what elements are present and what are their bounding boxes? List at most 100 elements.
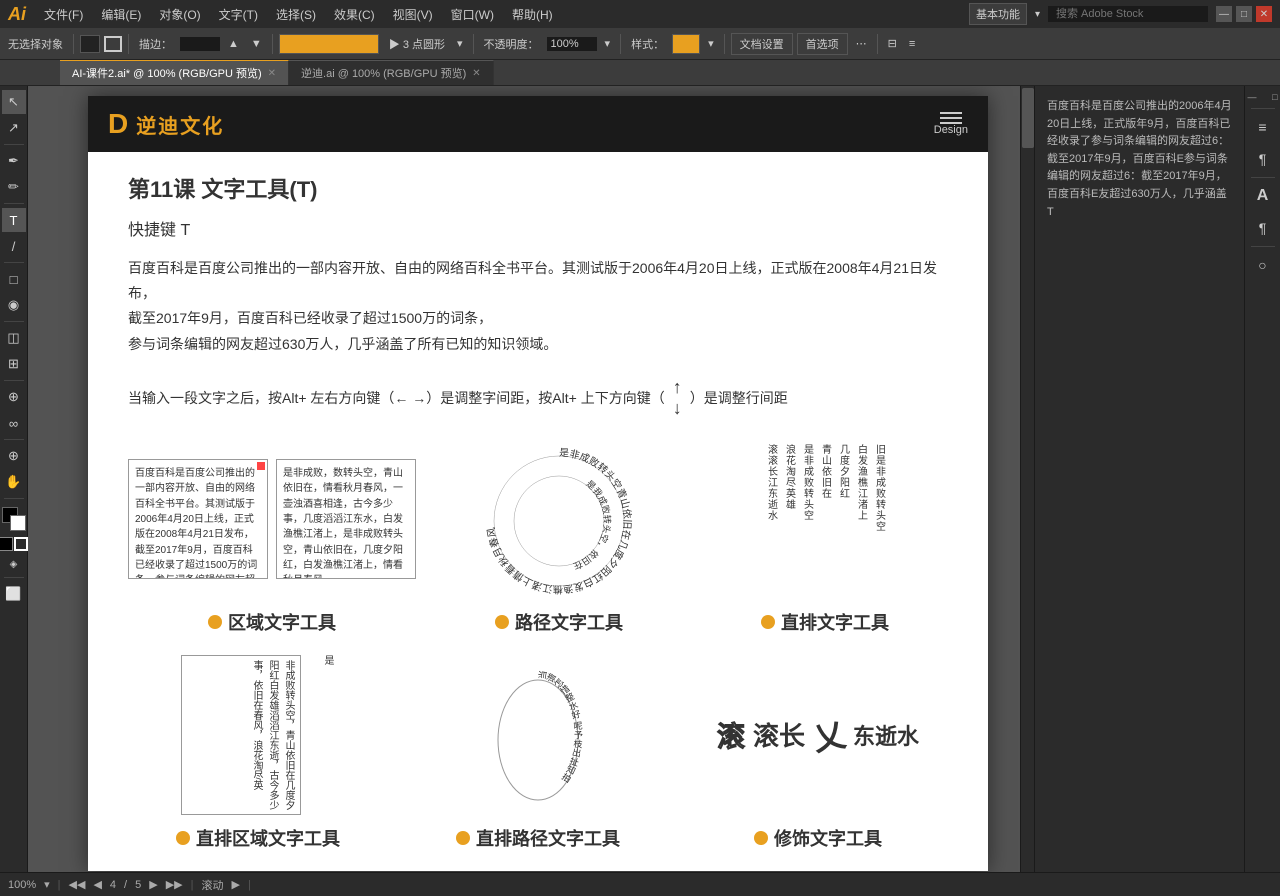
vertical-text-content: 滚滚长江东逝水 浪花淘尽英雄 是非成败转头空 青山依旧在 几度夕阳红 白发渔樵江… — [764, 444, 887, 594]
color-mode-button[interactable]: □ — [0, 555, 2, 573]
style-swatch[interactable] — [672, 34, 700, 54]
hand-tool-button[interactable]: ✋ — [2, 470, 26, 494]
close-button[interactable]: ✕ — [1256, 6, 1272, 22]
shortcut-label: 快捷键 T — [128, 216, 948, 240]
style-swatch-chevron[interactable]: ▾ — [704, 35, 718, 52]
brand-logo: D 逆迪文化 — [108, 108, 224, 140]
zoom-tool-button[interactable]: ⊕ — [2, 444, 26, 468]
toolbar-sep-5 — [620, 34, 621, 54]
menu-window[interactable]: 窗口(W) — [443, 4, 502, 25]
toolbar: 无选择对象 描边： ▲ ▼ ▶ 3 点圆形 ▾ 不透明度： ▾ 样式： ▾ 文档… — [0, 28, 1280, 60]
deco-text-label-text: 修饰文字工具 — [774, 825, 882, 851]
extra-btn[interactable]: ⋯ — [852, 35, 871, 52]
text-align-button[interactable]: ≡ — [1249, 113, 1277, 141]
circle-panel-button[interactable]: ○ — [1249, 251, 1277, 279]
color-swatches[interactable] — [2, 507, 26, 531]
char-panel-button[interactable]: ¶ — [1249, 214, 1277, 242]
gradient-tool-button[interactable]: ◫ — [2, 326, 26, 350]
vertical-scrollbar[interactable] — [1020, 86, 1034, 872]
status-sep-2: | — [191, 879, 194, 891]
fill-color[interactable] — [0, 537, 13, 551]
select-tool-button[interactable]: ↖ — [2, 90, 26, 114]
circular-path: 是非成败转头空青山依旧在几度夕阳红白发渔樵江渚上情看秋月春风 是我成败转头空，依… — [479, 441, 639, 596]
paint-tool-button[interactable]: ◉ — [2, 293, 26, 317]
path-text-dot — [495, 615, 509, 629]
arrange-icon[interactable]: ≡ — [905, 36, 919, 52]
menu-bar: Ai 文件(F) 编辑(E) 对象(O) 文字(T) 选择(S) 效果(C) 视… — [0, 0, 1280, 28]
direct-select-button[interactable]: ↗ — [2, 116, 26, 140]
tab-active[interactable]: AI-课件2.ai* @ 100% (RGB/GPU 预览) ✕ — [60, 60, 289, 85]
stock-search-input[interactable] — [1048, 6, 1208, 22]
menu-view[interactable]: 视图(V) — [385, 4, 441, 25]
shape-tool-button[interactable]: □ — [2, 267, 26, 291]
stroke-input[interactable] — [180, 37, 220, 51]
mode-chevron-icon[interactable]: ▾ — [1035, 9, 1040, 20]
panel-minimize-icon[interactable]: — — [1248, 92, 1257, 102]
gradient-mode-button[interactable]: ◈ — [3, 555, 25, 573]
opacity-input[interactable] — [547, 37, 597, 51]
zoom-chevron[interactable]: ▾ — [44, 878, 50, 891]
menu-edit[interactable]: 编辑(E) — [93, 4, 149, 25]
vert-col-4: 青山依旧在 — [818, 444, 833, 594]
stroke-color[interactable] — [14, 537, 28, 551]
vert-area-box-1: 非成败转头空，青山依旧在几度夕阳红白发雄滔滔江东逝，古今多少事，依旧在春风，浪花… — [181, 655, 301, 815]
artboard-tool-button[interactable]: ⬜ — [2, 582, 26, 606]
overflow-indicator — [257, 462, 265, 470]
area-text-visual: 百度百科是百度公司推出的一部内容开放、自由的网络百科全书平台。其测试版于2006… — [128, 439, 416, 599]
mesh-tool-button[interactable]: ⊞ — [2, 352, 26, 376]
opacity-label: 不透明度： — [480, 34, 543, 54]
vertical-text-label-text: 直排文字工具 — [781, 609, 889, 635]
menu-help[interactable]: 帮助(H) — [504, 4, 561, 25]
style-chevron-icon[interactable]: ▾ — [453, 35, 467, 52]
gradient-swatch[interactable] — [279, 34, 379, 54]
type-panel-button[interactable]: A — [1249, 182, 1277, 210]
area-text-dot — [208, 615, 222, 629]
menu-file[interactable]: 文件(F) — [36, 4, 91, 25]
scrollbar-thumb[interactable] — [1022, 88, 1034, 148]
vertical-area-dot — [176, 831, 190, 845]
stroke-arrow-up[interactable]: ▲ — [224, 36, 243, 52]
play-button[interactable]: ▶ — [231, 878, 239, 891]
blend-tool-button[interactable]: ∞ — [2, 411, 26, 435]
menu-effect[interactable]: 效果(C) — [326, 4, 383, 25]
type-tool-button[interactable]: T — [2, 208, 26, 232]
stroke-arrow-dn[interactable]: ▼ — [247, 36, 266, 52]
tool-sep-3 — [4, 262, 24, 263]
no-selection-label: 无选择对象 — [4, 34, 67, 54]
vert-col-7: 旧是非成败转头空 — [872, 444, 887, 594]
tab-close-2[interactable]: ✕ — [472, 68, 480, 79]
opacity-chevron-icon[interactable]: ▾ — [601, 35, 615, 52]
line-tool-button[interactable]: / — [2, 234, 26, 258]
minimize-button[interactable]: — — [1216, 6, 1232, 22]
point-style[interactable]: ▶ 3 点圆形 — [385, 34, 449, 54]
deco-text-content: 滚 滚长 乂 东逝水 — [717, 712, 919, 758]
deco-char-4: 东逝水 — [853, 719, 919, 751]
menu-select[interactable]: 选择(S) — [268, 4, 324, 25]
doc-settings-button[interactable]: 文档设置 — [731, 33, 793, 55]
next-button[interactable]: ▶ — [149, 878, 157, 891]
panels-toggle[interactable]: ⊟ — [884, 35, 901, 52]
workspace-mode[interactable]: 基本功能 — [969, 3, 1027, 25]
vertical-path-visual: 当谱怎惜整水好 呢予枝出扯知拍 — [408, 655, 668, 815]
pencil-tool-button[interactable]: ✏ — [2, 175, 26, 199]
prev-page-button[interactable]: ◀◀ — [69, 878, 86, 891]
fill-swatch[interactable] — [80, 35, 100, 53]
next-page-button[interactable]: ▶▶ — [166, 878, 183, 891]
properties-panel: — □ ≡ ¶ A ¶ ○ — [1244, 86, 1280, 872]
preferences-button[interactable]: 首选项 — [797, 33, 848, 55]
toolbar-sep-1 — [73, 34, 74, 54]
panel-expand-icon[interactable]: □ — [1272, 92, 1277, 102]
tab-2[interactable]: 逆迪.ai @ 100% (RGB/GPU 预览) ✕ — [289, 60, 494, 85]
eyedropper-button[interactable]: ⊕ — [2, 385, 26, 409]
pen-tool-button[interactable]: ✒ — [2, 149, 26, 173]
hamburger-menu[interactable] — [940, 112, 962, 124]
maximize-button[interactable]: □ — [1236, 6, 1252, 22]
tab-close-1[interactable]: ✕ — [268, 68, 276, 79]
menu-type[interactable]: 文字(T) — [211, 4, 266, 25]
area-text-label-text: 区域文字工具 — [228, 609, 336, 635]
prev-button[interactable]: ◀ — [93, 878, 101, 891]
paragraph-button[interactable]: ¶ — [1249, 145, 1277, 173]
vertical-path-svg: 当谱怎惜整水好 呢予枝出扯知拍 — [458, 655, 618, 815]
stroke-swatch[interactable] — [104, 36, 122, 52]
menu-object[interactable]: 对象(O) — [151, 4, 208, 25]
